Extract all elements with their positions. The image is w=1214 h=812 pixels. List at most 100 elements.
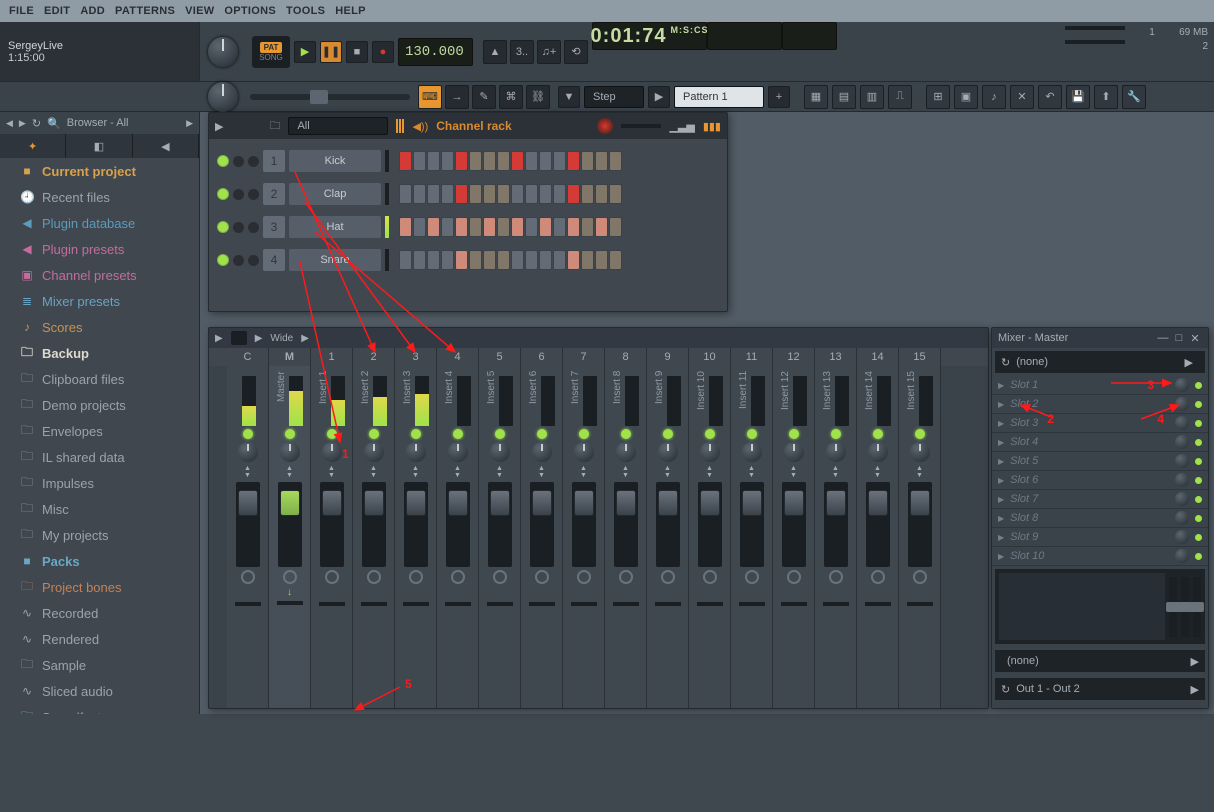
mixer-button[interactable]: ⎍ [888, 85, 912, 109]
track-stereo-sep[interactable]: ▲▼ [370, 465, 377, 479]
track-enable-led[interactable] [789, 429, 799, 439]
step-11[interactable] [539, 184, 552, 204]
step-15[interactable] [595, 184, 608, 204]
mixer-slots-panel[interactable]: Mixer - Master — □ ✕ ↻ (none) ▶ ▶Slot 1▶… [991, 327, 1209, 709]
track-send[interactable] [739, 602, 765, 606]
mixer-track-insert-13[interactable]: Insert 13▲▼ [815, 366, 857, 708]
multilink-button[interactable]: ⛓ [526, 85, 550, 109]
pitch-knob[interactable] [208, 82, 238, 112]
slot-enable-dot[interactable] [1195, 458, 1202, 465]
track-fx-enable[interactable] [325, 570, 339, 584]
step-6[interactable] [469, 184, 482, 204]
browser-item-packs[interactable]: ■Packs [0, 548, 199, 574]
effect-slot-8[interactable]: ▶Slot 8 [992, 509, 1208, 528]
mixer-track-insert-4[interactable]: Insert 4▲▼ [437, 366, 479, 708]
track-stereo-sep[interactable]: ▲▼ [874, 465, 881, 479]
browser-tab-3[interactable]: ◀ [133, 134, 199, 158]
slot-enable-dot[interactable] [1195, 534, 1202, 541]
mixer-header-4[interactable]: 4 [437, 348, 479, 366]
step-9[interactable] [511, 250, 524, 270]
effect-slot-2[interactable]: ▶Slot 2 [992, 395, 1208, 414]
slot-enable-dot[interactable] [1195, 496, 1202, 503]
channel-vol[interactable] [248, 222, 259, 233]
track-stereo-sep[interactable]: ▲▼ [244, 465, 251, 479]
track-enable-led[interactable] [747, 429, 757, 439]
channel-number[interactable]: 2 [263, 183, 285, 205]
browser-item-impulses[interactable]: 🗀Impulses [0, 470, 199, 496]
track-fx-enable[interactable] [283, 570, 297, 584]
menu-view[interactable]: VIEW [180, 5, 219, 17]
browser-reread[interactable]: ↻ [32, 117, 41, 130]
channel-number[interactable]: 4 [263, 249, 285, 271]
eq-slider-2[interactable] [1181, 577, 1189, 637]
track-pan-knob[interactable] [280, 442, 300, 462]
mixer-header-13[interactable]: 13 [815, 348, 857, 366]
step-1[interactable] [399, 250, 412, 270]
track-enable-led[interactable] [705, 429, 715, 439]
pause-button[interactable]: ❚❚ [320, 41, 342, 63]
mixer-track-insert-2[interactable]: Insert 2▲▼ [353, 366, 395, 708]
slot-input[interactable]: ↻ (none) ▶ [995, 351, 1205, 373]
slot-enable-dot[interactable] [1195, 401, 1202, 408]
slot-enable-dot[interactable] [1195, 439, 1202, 446]
mixer-track-master[interactable]: Master▲▼↓ [269, 366, 311, 708]
step-5[interactable] [455, 184, 468, 204]
track-fader[interactable] [782, 482, 806, 567]
mixer-menu-arrow[interactable]: ▶ [215, 333, 223, 344]
track-send[interactable] [697, 602, 723, 606]
channel-pan[interactable] [233, 222, 244, 233]
rack-knob[interactable] [597, 118, 613, 134]
slots-maximize[interactable]: □ [1172, 331, 1186, 345]
track-enable-led[interactable] [411, 429, 421, 439]
step-14[interactable] [581, 217, 594, 237]
channel-vol[interactable] [248, 156, 259, 167]
mixer-header-7[interactable]: 7 [563, 348, 605, 366]
browser-item-backup[interactable]: 🗀Backup [0, 340, 199, 366]
track-send[interactable] [445, 602, 471, 606]
channel-rack-button[interactable]: ▥ [860, 85, 884, 109]
step-1[interactable] [399, 217, 412, 237]
metronome-button[interactable]: ▲ [483, 40, 507, 64]
track-stereo-sep[interactable]: ▲▼ [790, 465, 797, 479]
browser-item-channel-presets[interactable]: ▣Channel presets [0, 262, 199, 288]
channel-name-hat[interactable]: Hat [289, 216, 381, 238]
step-9[interactable] [511, 184, 524, 204]
track-fader[interactable] [908, 482, 932, 567]
track-pan-knob[interactable] [448, 442, 468, 462]
track-pan-knob[interactable] [826, 442, 846, 462]
mixer-header-8[interactable]: 8 [605, 348, 647, 366]
effect-slot-9[interactable]: ▶Slot 9 [992, 528, 1208, 547]
step-3[interactable] [427, 151, 440, 171]
track-enable-led[interactable] [285, 429, 295, 439]
channel-rack-window[interactable]: ▶ 🗀 All ◀)) Channel rack ▁▃▅ ▮▮▮ 1Kick2C… [208, 112, 728, 312]
track-enable-led[interactable] [537, 429, 547, 439]
slot-mix-knob[interactable] [1175, 416, 1189, 430]
browser-item-clipboard-files[interactable]: 🗀Clipboard files [0, 366, 199, 392]
track-enable-led[interactable] [495, 429, 505, 439]
step-14[interactable] [581, 151, 594, 171]
channel-name-snare[interactable]: Snare [289, 249, 381, 271]
mixer-header-9[interactable]: 9 [647, 348, 689, 366]
track-fx-enable[interactable] [535, 570, 549, 584]
track-enable-led[interactable] [915, 429, 925, 439]
menu-options[interactable]: OPTIONS [219, 5, 281, 17]
mixer-header-14[interactable]: 14 [857, 348, 899, 366]
mixer-track-insert-15[interactable]: Insert 15▲▼ [899, 366, 941, 708]
step-13[interactable] [567, 184, 580, 204]
track-send[interactable] [571, 602, 597, 606]
mixer-header-6[interactable]: 6 [521, 348, 563, 366]
link-button[interactable]: ⌘ [499, 85, 523, 109]
slot-enable-dot[interactable] [1195, 477, 1202, 484]
browser-item-sample[interactable]: 🗀Sample [0, 652, 199, 678]
mixer-track-insert-10[interactable]: Insert 10▲▼ [689, 366, 731, 708]
track-fader[interactable] [236, 482, 260, 567]
rack-options-icon[interactable]: ▮▮▮ [703, 120, 721, 133]
channel-select[interactable] [217, 155, 229, 167]
step-15[interactable] [595, 250, 608, 270]
track-send[interactable] [277, 601, 303, 605]
slot-enable-dot[interactable] [1195, 382, 1202, 389]
track-send[interactable] [361, 602, 387, 606]
channel-vol[interactable] [248, 255, 259, 266]
track-pan-knob[interactable] [868, 442, 888, 462]
piano-roll-button[interactable]: ▤ [832, 85, 856, 109]
